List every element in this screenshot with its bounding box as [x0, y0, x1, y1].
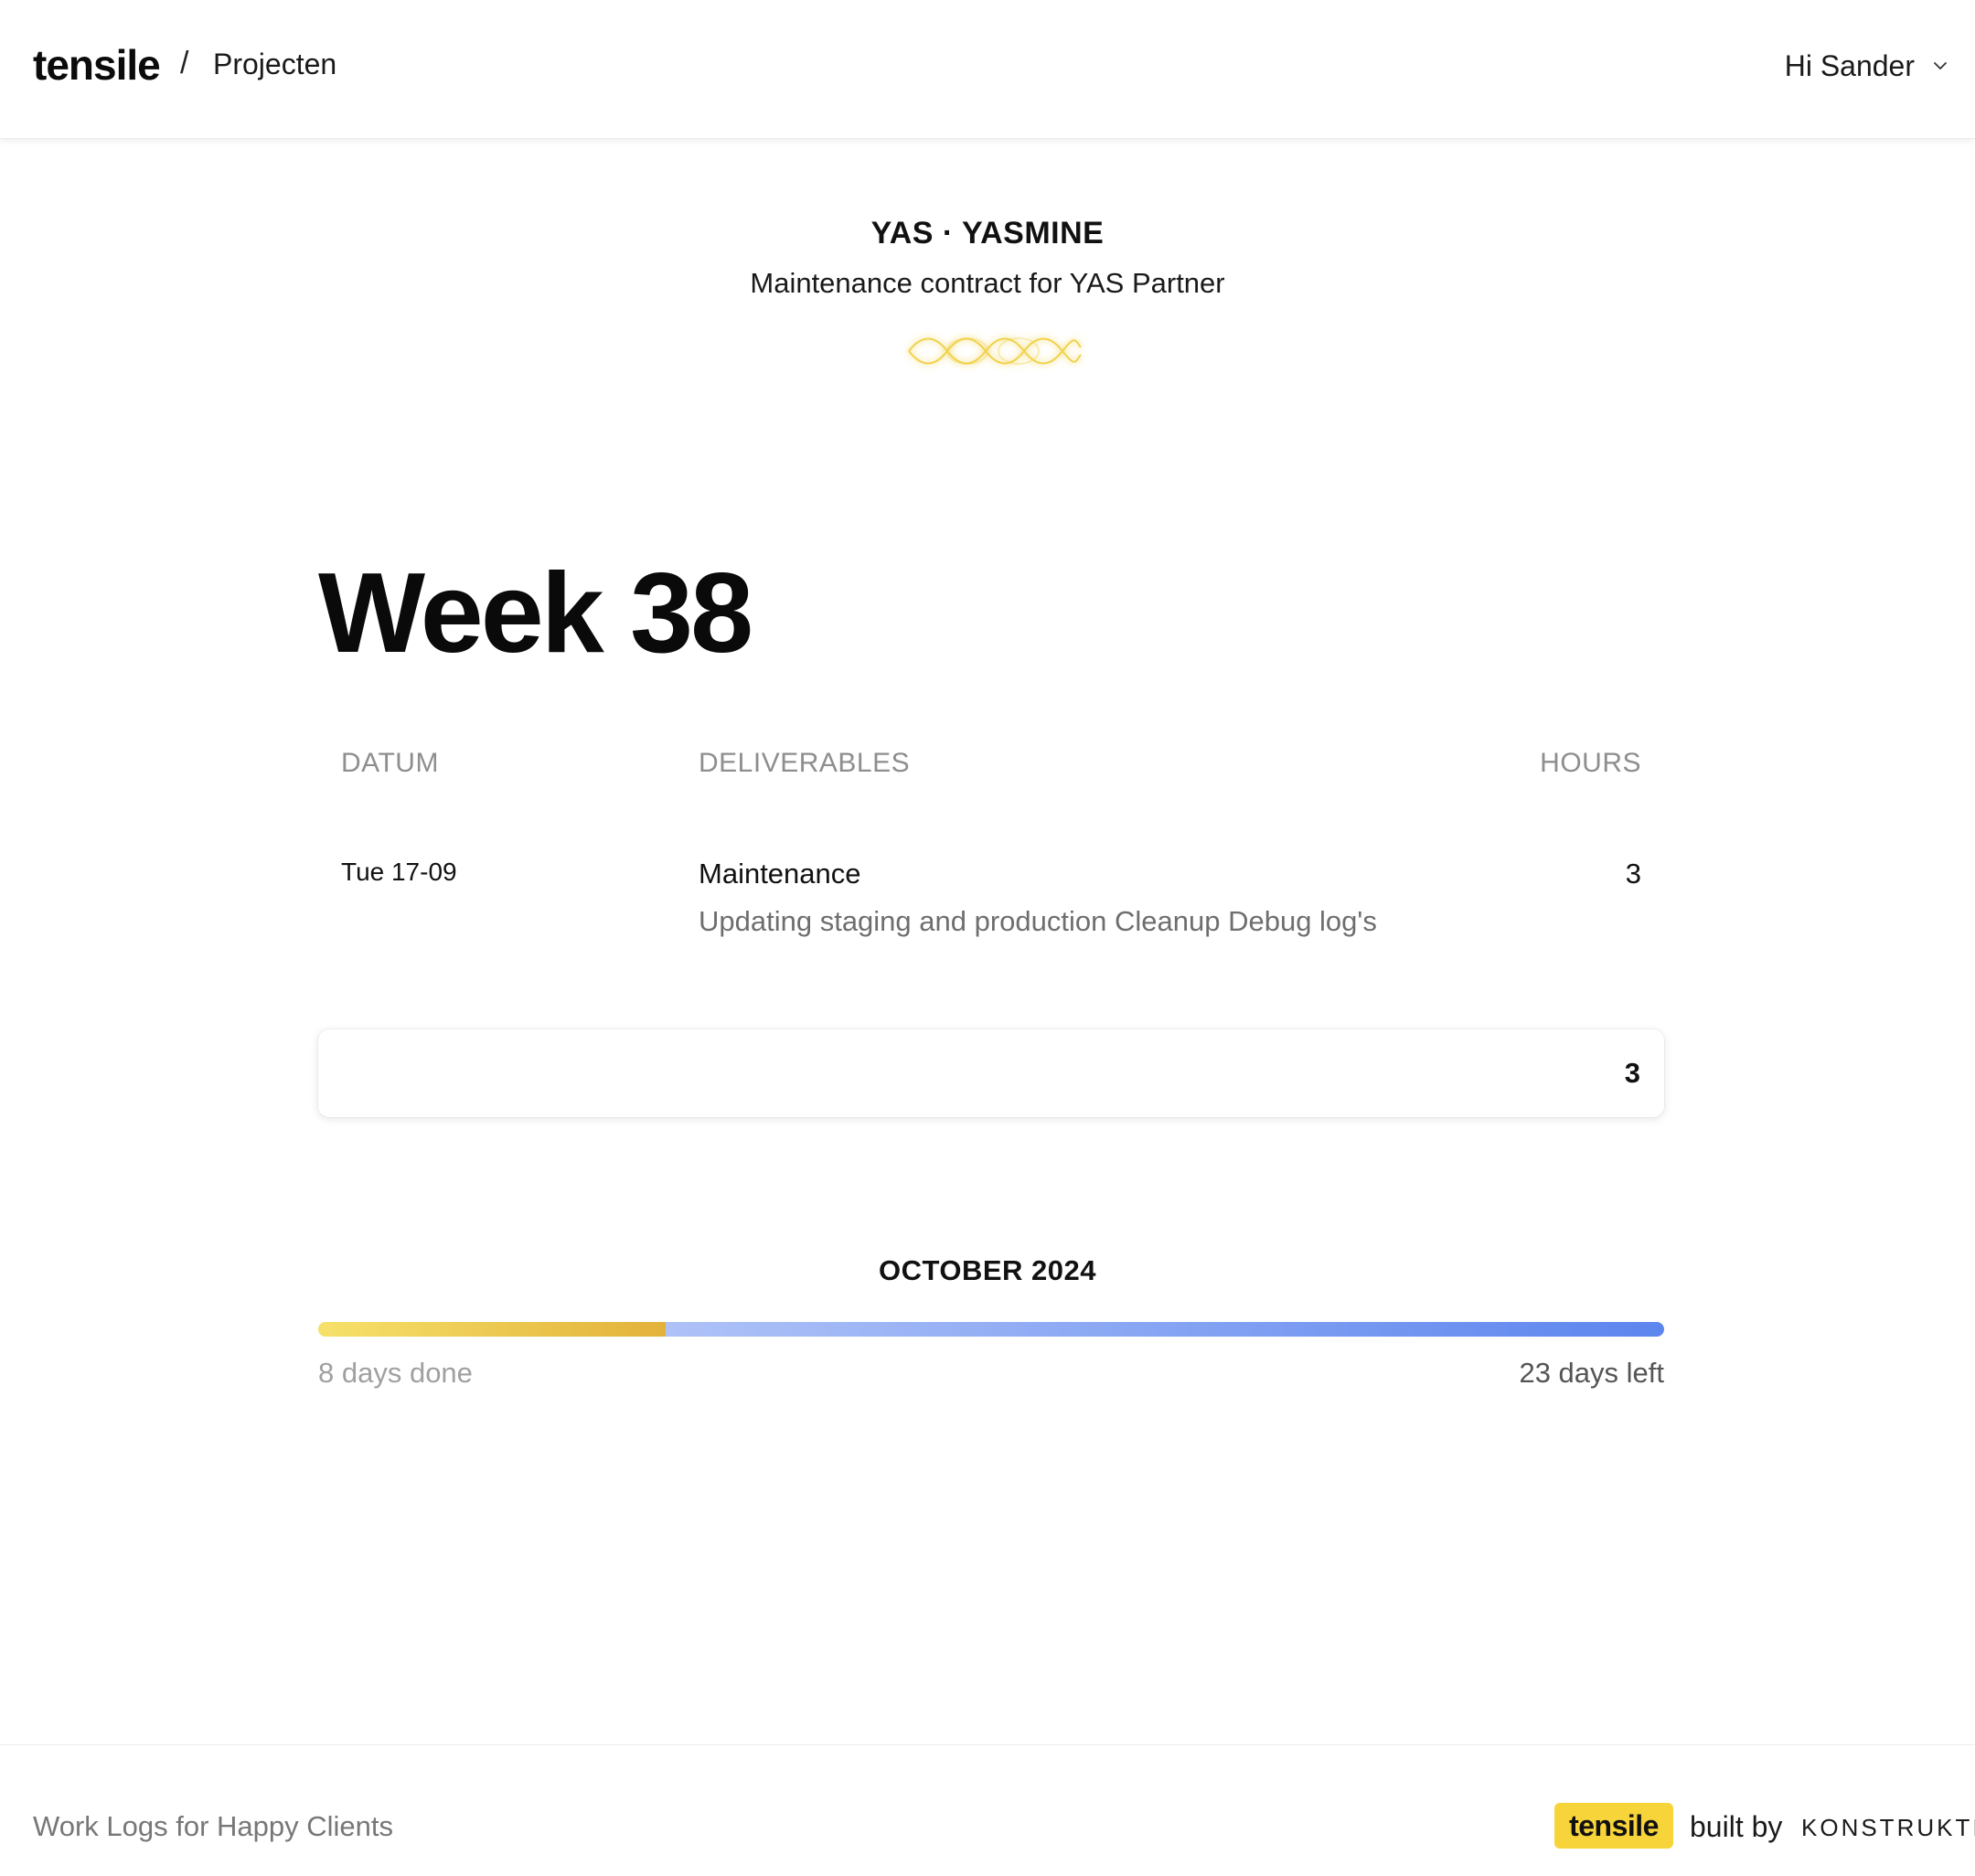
column-header-deliverables: DELIVERABLES — [699, 748, 911, 778]
wave-icon — [908, 337, 1082, 365]
column-header-datum: DATUM — [341, 748, 439, 778]
week-total-hours: 3 — [1624, 1057, 1640, 1089]
entry-category: Maintenance — [699, 858, 861, 890]
footer-maker-logo[interactable]: KONSTRUKTIV — [1801, 1814, 1975, 1842]
brand-logo[interactable]: tensile — [33, 40, 161, 90]
days-left-label: 23 days left — [1519, 1357, 1664, 1389]
project-subtitle: Maintenance contract for YAS Partner — [750, 267, 1225, 299]
footer-built-by: built by — [1690, 1810, 1783, 1843]
chevron-down-icon — [1934, 62, 1947, 69]
column-header-hours: HOURS — [1540, 748, 1641, 778]
top-navbar: tensile / Projecten Hi Sander — [0, 0, 1975, 139]
month-label: OCTOBER 2024 — [878, 1254, 1096, 1286]
month-progress-done — [318, 1322, 666, 1337]
breadcrumb-separator: / — [180, 46, 189, 80]
breadcrumb-projecten[interactable]: Projecten — [213, 48, 336, 81]
user-greeting: Hi Sander — [1784, 48, 1915, 82]
entry-hours: 3 — [1625, 858, 1641, 890]
footer-brand-badge[interactable]: tensile — [1554, 1803, 1673, 1849]
days-done-label: 8 days done — [318, 1357, 473, 1389]
entry-description: Updating staging and production Cleanup … — [699, 905, 1377, 937]
week-title: Week 38 — [318, 550, 753, 677]
entry-date: Tue 17-09 — [341, 858, 457, 886]
month-progress-bar — [318, 1322, 1664, 1337]
user-menu[interactable]: Hi Sander — [1785, 46, 1949, 86]
week-total-card: 3 — [318, 1029, 1664, 1117]
footer-divider — [0, 1744, 1975, 1745]
project-title: YAS · YASMINE — [870, 216, 1105, 250]
footer-tagline: Work Logs for Happy Clients — [33, 1810, 393, 1842]
